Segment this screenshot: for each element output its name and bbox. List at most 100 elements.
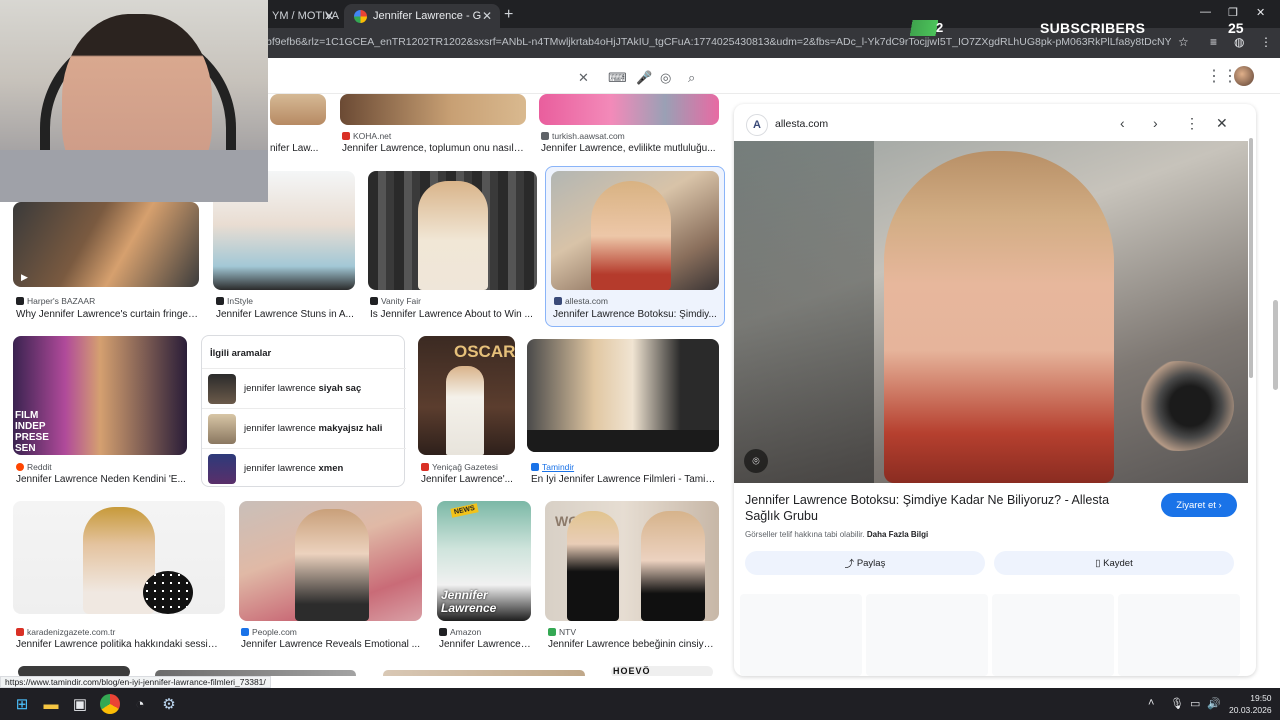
result-title[interactable]: nifer Law... bbox=[270, 143, 328, 154]
result-image[interactable]: OSCAR bbox=[418, 336, 515, 455]
page-scrollbar[interactable] bbox=[1273, 300, 1278, 390]
result-image[interactable] bbox=[340, 94, 526, 125]
yenicag-favicon-icon bbox=[421, 463, 429, 471]
file-explorer-icon[interactable]: ▬ bbox=[41, 694, 61, 714]
result-title[interactable]: Jennifer Lawrence Reveals Emotional ... bbox=[241, 639, 421, 650]
panel-site-name[interactable]: allesta.com bbox=[775, 118, 828, 130]
people-favicon-icon bbox=[241, 628, 249, 636]
related-search-item[interactable]: jennifer lawrence siyah saç bbox=[202, 368, 406, 408]
restore-icon[interactable]: ❐ bbox=[1228, 6, 1238, 19]
microphone-icon[interactable]: 🎤 bbox=[636, 70, 652, 86]
result-source: Reddit bbox=[16, 462, 52, 472]
video-play-icon: ▶ bbox=[21, 272, 28, 282]
status-bar-url: https://www.tamindir.com/blog/en-iyi-jen… bbox=[0, 676, 271, 688]
result-image[interactable]: HOEVÖ bbox=[611, 666, 713, 676]
result-image[interactable] bbox=[368, 171, 537, 290]
share-icon: ⤴ bbox=[844, 559, 855, 570]
result-image[interactable]: NEWS Jennifer Lawrence bbox=[437, 501, 531, 621]
related-thumb bbox=[208, 374, 236, 404]
panel-scrollbar[interactable] bbox=[1249, 138, 1253, 378]
result-title[interactable]: Is Jennifer Lawrence About to Win ... bbox=[370, 309, 537, 320]
result-source: allesta.com bbox=[554, 296, 608, 306]
tab-google-search[interactable]: Jennifer Lawrence - Google'da ✕ bbox=[344, 4, 500, 28]
related-searches-card: İlgili aramalar jennifer lawrence siyah … bbox=[201, 335, 406, 488]
store-icon[interactable]: ▣ bbox=[70, 694, 90, 714]
volume-icon[interactable]: 🔊 bbox=[1207, 697, 1221, 710]
result-source: KOHA.net bbox=[342, 131, 391, 141]
next-icon[interactable]: › bbox=[1153, 115, 1158, 131]
result-image[interactable]: WO bbox=[545, 501, 719, 621]
result-image[interactable] bbox=[18, 666, 130, 676]
result-image[interactable] bbox=[383, 670, 585, 676]
more-info-link[interactable]: Daha Fazla Bilgi bbox=[867, 530, 928, 539]
ntv-favicon-icon bbox=[548, 628, 556, 636]
microphone-tray-icon[interactable]: 🎙 bbox=[1170, 697, 1184, 710]
result-source: Vanity Fair bbox=[370, 296, 421, 306]
result-image[interactable] bbox=[239, 501, 422, 621]
panel-title[interactable]: Jennifer Lawrence Botoksu: Şimdiye Kadar… bbox=[745, 492, 1145, 524]
keyboard-icon[interactable]: ⌨ bbox=[608, 70, 627, 86]
result-title[interactable]: Jennifer Lawrence ... bbox=[439, 639, 531, 650]
visual-search-icon[interactable]: ⌾ bbox=[744, 449, 768, 473]
result-source: Yeniçağ Gazetesi bbox=[421, 462, 498, 472]
related-searches-heading: İlgili aramalar bbox=[210, 348, 272, 359]
result-title[interactable]: Jennifer Lawrence politika hakkındaki se… bbox=[16, 639, 222, 650]
result-title[interactable]: Jennifer Lawrence Neden Kendini 'E... bbox=[16, 474, 188, 485]
steam-icon[interactable]: ⚙ bbox=[159, 694, 179, 714]
previous-icon[interactable]: ‹ bbox=[1120, 115, 1125, 131]
result-title[interactable]: Jennifer Lawrence bebeğinin cinsiyet... bbox=[548, 639, 718, 650]
tamindir-favicon-icon bbox=[531, 463, 539, 471]
related-search-item[interactable]: jennifer lawrence xmen bbox=[202, 448, 406, 488]
result-title[interactable]: Jennifer Lawrence, toplumun onu nasıl t.… bbox=[342, 143, 526, 154]
system-clock[interactable]: 19:50 20.03.2026 bbox=[1229, 692, 1272, 716]
tray-expand-icon[interactable]: ˄ bbox=[1148, 697, 1154, 709]
minimize-icon[interactable]: — bbox=[1200, 6, 1211, 18]
obs-icon[interactable]: ◔ bbox=[130, 694, 150, 714]
search-icon[interactable]: ⌕ bbox=[688, 70, 695, 86]
result-image[interactable] bbox=[527, 339, 719, 452]
close-tab-icon[interactable]: ✕ bbox=[324, 9, 334, 23]
avatar[interactable] bbox=[1234, 66, 1254, 86]
result-image[interactable] bbox=[539, 94, 719, 125]
windows-taskbar: ⊞ ▬ ▣ ◔ ⚙ ˄ 🎙 ▭ 🔊 19:50 20.03.2026 bbox=[0, 688, 1280, 720]
new-tab-icon[interactable]: + bbox=[504, 6, 513, 24]
tab-motiva[interactable]: YM / MOTIVA ✕ bbox=[262, 4, 342, 28]
result-title[interactable]: Why Jennifer Lawrence's curtain fringe i… bbox=[16, 309, 200, 320]
result-title[interactable]: Jennifer Lawrence'... bbox=[421, 474, 517, 485]
result-image[interactable]: ▶ bbox=[13, 202, 199, 287]
result-source: InStyle bbox=[216, 296, 253, 306]
result-title[interactable]: En İyi Jennifer Lawrence Filmleri - Tami… bbox=[531, 474, 719, 485]
result-source: turkish.aawsat.com bbox=[541, 131, 625, 141]
preview-image[interactable] bbox=[734, 141, 1248, 483]
copyright-notice: Görseller telif hakkına tabi olabilir. D… bbox=[745, 530, 929, 539]
result-image[interactable]: FILM INDEP PRESE SEN bbox=[13, 336, 187, 455]
close-panel-icon[interactable]: ✕ bbox=[1216, 115, 1228, 132]
result-title[interactable]: Jennifer Lawrence Botoksu: Şimdiy... bbox=[553, 309, 717, 320]
network-icon[interactable]: ▭ bbox=[1190, 697, 1200, 710]
reddit-favicon-icon bbox=[16, 463, 24, 471]
bookmark-icon: ▯ bbox=[1095, 557, 1101, 569]
harpers-bazaar-favicon-icon bbox=[16, 297, 24, 305]
chrome-icon[interactable] bbox=[100, 694, 120, 714]
more-options-icon[interactable]: ⋮ bbox=[1185, 115, 1199, 132]
result-image[interactable] bbox=[270, 94, 326, 125]
close-tab-icon[interactable]: ✕ bbox=[482, 9, 492, 23]
result-image[interactable] bbox=[13, 501, 225, 614]
subscriber-goal-overlay: 2 SUBSCRIBERS 25 bbox=[904, 20, 1280, 38]
windows-start-icon[interactable]: ⊞ bbox=[12, 694, 32, 714]
lens-icon[interactable]: ◎ bbox=[660, 70, 671, 86]
loading-placeholder bbox=[992, 594, 1114, 676]
amazon-favicon-icon bbox=[439, 628, 447, 636]
save-button[interactable]: ▯ Kaydet bbox=[994, 551, 1234, 575]
result-image[interactable] bbox=[551, 171, 719, 290]
result-source: Tamindir bbox=[531, 462, 574, 472]
search-input[interactable]: ✕ ⌨ 🎤 ◎ ⌕ bbox=[252, 62, 712, 90]
result-title[interactable]: Jennifer Lawrence, evlilikte mutluluğu..… bbox=[541, 143, 719, 154]
share-button[interactable]: ⤴ Paylaş bbox=[745, 551, 985, 575]
clear-search-icon[interactable]: ✕ bbox=[578, 70, 589, 86]
close-window-icon[interactable]: ✕ bbox=[1256, 6, 1265, 19]
streamer-hoodie bbox=[0, 150, 268, 202]
visit-button[interactable]: Ziyaret et › bbox=[1161, 493, 1237, 517]
result-title[interactable]: Jennifer Lawrence Stuns in A... bbox=[216, 309, 356, 320]
related-search-item[interactable]: jennifer lawrence makyajsız hali bbox=[202, 408, 406, 448]
